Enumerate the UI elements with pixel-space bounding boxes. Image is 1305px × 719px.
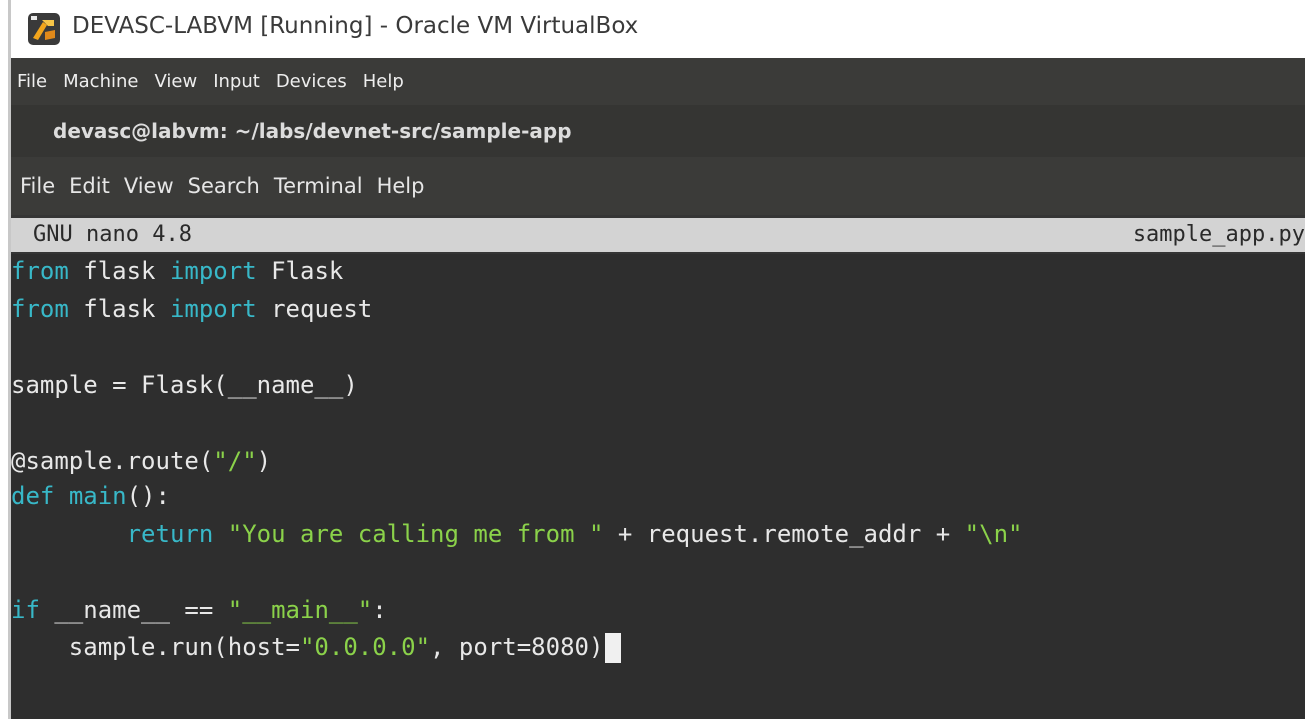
- code-line-6: @sample.route("/"): [11, 447, 272, 475]
- terminal-title: devasc@labvm: ~/labs/devnet-src/sample-a…: [53, 119, 572, 143]
- terminal-menu-edit[interactable]: Edit: [69, 174, 110, 198]
- code-line-8: return "You are calling me from " + requ…: [126, 520, 1023, 548]
- nano-header-bar: GNU nano 4.8 sample_app.py: [11, 218, 1305, 252]
- nano-version: GNU nano 4.8: [33, 222, 192, 247]
- terminal-menu-terminal[interactable]: Terminal: [274, 174, 363, 198]
- vbox-window-titlebar: DEVASC-LABVM [Running] - Oracle VM Virtu…: [0, 0, 1305, 58]
- code-line-4: sample = Flask(__name__): [11, 371, 358, 399]
- code-line-7: def main():: [11, 482, 170, 510]
- terminal-menu-help[interactable]: Help: [377, 174, 425, 198]
- virtualbox-logo-icon: [28, 13, 60, 45]
- window-title: DEVASC-LABVM [Running] - Oracle VM Virtu…: [72, 13, 639, 39]
- vbox-menu-file[interactable]: File: [17, 71, 47, 92]
- vbox-menu-machine[interactable]: Machine: [63, 71, 138, 92]
- terminal-menu-search[interactable]: Search: [188, 174, 260, 198]
- code-line-11: sample.run(host="0.0.0.0", port=8080): [11, 628, 622, 666]
- vbox-menu-devices[interactable]: Devices: [276, 71, 347, 92]
- terminal-menu-file[interactable]: File: [20, 174, 55, 198]
- vm-display[interactable]: File Machine View Input Devices Help dev…: [11, 58, 1305, 719]
- code-line-2: from flask import request: [11, 295, 373, 323]
- code-line-10: if __name__ == "__main__":: [11, 596, 387, 624]
- vbox-menu-input[interactable]: Input: [213, 71, 260, 92]
- terminal-menubar: File Edit View Search Terminal Help: [11, 157, 1305, 215]
- terminal-menu-view[interactable]: View: [124, 174, 174, 198]
- nano-editor[interactable]: from flask import Flask from flask impor…: [11, 254, 1305, 719]
- nano-filename: sample_app.py: [1132, 222, 1305, 247]
- terminal-titlebar[interactable]: devasc@labvm: ~/labs/devnet-src/sample-a…: [11, 105, 1305, 157]
- text-cursor: [605, 633, 622, 663]
- vbox-menu-help[interactable]: Help: [363, 71, 404, 92]
- code-line-1: from flask import Flask: [11, 257, 344, 285]
- vbox-menubar: File Machine View Input Devices Help: [11, 58, 1305, 105]
- vbox-menu-view[interactable]: View: [154, 71, 197, 92]
